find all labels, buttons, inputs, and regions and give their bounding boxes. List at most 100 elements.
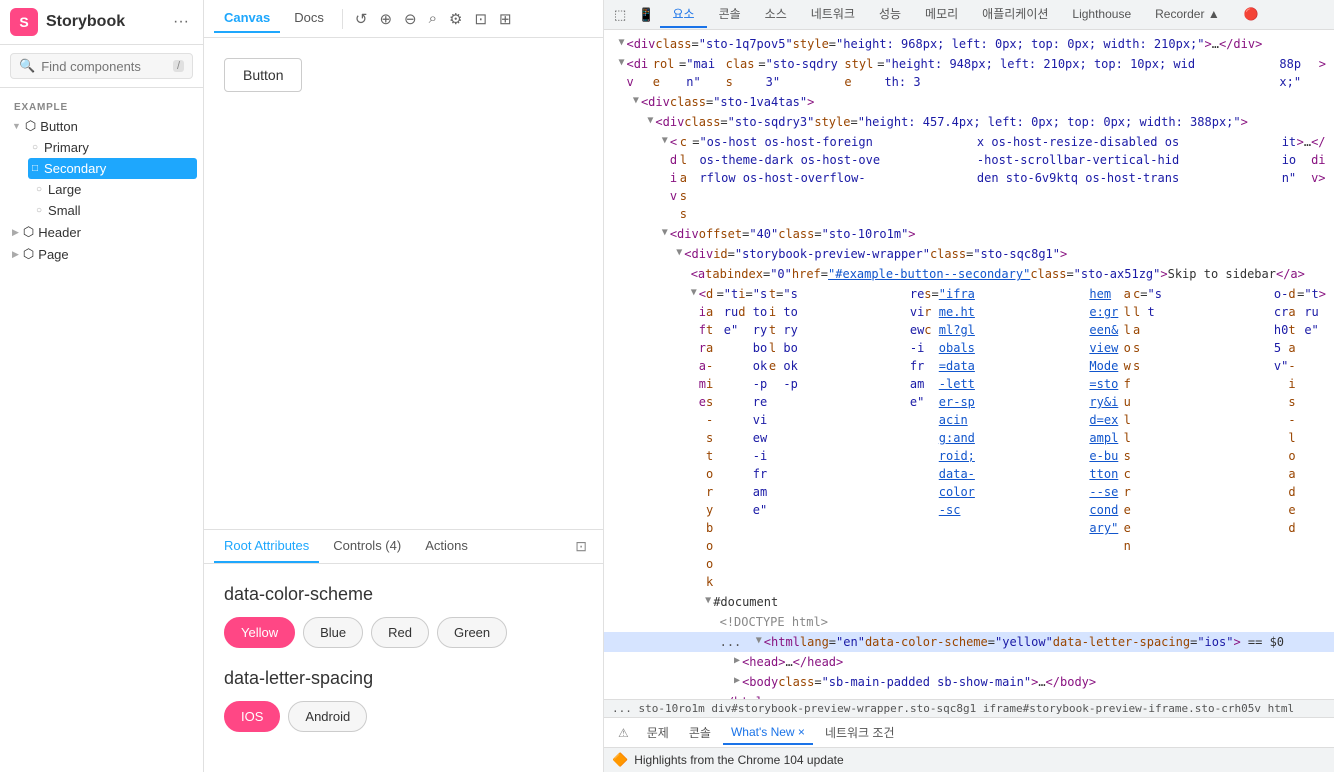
canvas-area: Button — [204, 38, 603, 529]
caret-icon-page: ▶ — [12, 249, 19, 260]
code-line: ▼<div class="sto-sqdry3" style="height: … — [604, 112, 1334, 132]
tab-actions[interactable]: Actions — [415, 530, 478, 563]
toolbar-image-btn[interactable]: ⊡ — [470, 6, 491, 32]
attr-section-color-scheme: data-color-scheme Yellow Blue Red Green — [224, 584, 583, 648]
tab-controls[interactable]: Controls (4) — [323, 530, 411, 563]
code-line: ▼<div offset="40" class="sto-10ro1m"> — [604, 224, 1334, 244]
nav-group-button-label[interactable]: ▼ ⬡ Button — [6, 115, 203, 137]
toolbar-settings-btn[interactable]: ⚙ — [445, 6, 466, 32]
search-input-wrap: 🔍 / — [10, 53, 193, 79]
search-input[interactable] — [41, 59, 167, 74]
devtools-bottom-tab-console[interactable]: 콘솔 — [681, 720, 719, 745]
devtools-tab-console[interactable]: 콘솔 — [707, 1, 753, 28]
storybook-logo: S — [10, 8, 38, 36]
search-shortcut: / — [173, 60, 184, 72]
devtools-tab-performance[interactable]: 성능 — [867, 1, 913, 28]
attr-btn-android[interactable]: Android — [288, 701, 367, 732]
highlights-bar: 🔶 Highlights from the Chrome 104 update — [604, 747, 1334, 772]
toolbar-refresh-btn[interactable]: ↺ — [351, 6, 372, 32]
nav-group-button: ▼ ⬡ Button ○ Primary □ Secondary ○ — [0, 115, 203, 221]
devtools-tab-application[interactable]: 애플리케이션 — [970, 1, 1060, 28]
sidebar: S Storybook ··· 🔍 / EXAMPLE ▼ ⬡ Button — [0, 0, 204, 772]
devtools-bottom-tab-network[interactable]: 네트워크 조건 — [817, 720, 903, 745]
devtools-tab-sources[interactable]: 소스 — [753, 1, 799, 28]
nav-group-button-text: ⬡ — [25, 118, 36, 134]
devtools-cursor-icon[interactable]: ⬚ — [608, 3, 632, 27]
nav-item-large[interactable]: ○ Large — [22, 179, 203, 200]
code-line: </html> — [604, 692, 1334, 699]
nav-group-button-name: Button — [40, 119, 78, 134]
nav-item-small[interactable]: ○ Small — [22, 200, 203, 221]
devtools-error-icon: ⚠ — [612, 722, 635, 744]
devtools-bottom-tab-whatsnew[interactable]: What's New × — [723, 721, 813, 745]
nav-group-header-text: Header — [38, 225, 81, 240]
code-line: <a tabindex="0" href="#example-button--s… — [604, 264, 1334, 284]
devtools-tab-elements[interactable]: 요소 — [660, 1, 706, 28]
devtools-tab-memory[interactable]: 메모리 — [913, 1, 970, 28]
devtools-tab-recorder[interactable]: Recorder ▲ — [1143, 3, 1232, 27]
attr-btn-yellow[interactable]: Yellow — [224, 617, 295, 648]
devtools-tab-error[interactable]: 🔴 — [1232, 3, 1271, 27]
sidebar-nav: EXAMPLE ▼ ⬡ Button ○ Primary □ Secondary — [0, 88, 203, 772]
tab-docs[interactable]: Docs — [284, 4, 334, 33]
code-line: ▼<iframe data-is-storybook="true" id="st… — [604, 284, 1334, 592]
center-panel: Canvas Docs ↺ ⊕ ⊖ ⌕ ⚙ ⊡ ⊞ Button Root At… — [204, 0, 604, 772]
search-bar: 🔍 / — [0, 45, 203, 88]
nav-item-secondary-label: Secondary — [44, 161, 106, 176]
attr-btn-green[interactable]: Green — [437, 617, 507, 648]
nav-group-page-text: Page — [38, 247, 68, 262]
storybook-title: Storybook — [46, 13, 125, 31]
main-layout: S Storybook ··· 🔍 / EXAMPLE ▼ ⬡ Button — [0, 0, 1334, 772]
nav-group-header-icon: ⬡ — [23, 224, 34, 240]
attr-title-letter-spacing: data-letter-spacing — [224, 668, 583, 689]
nav-item-primary[interactable]: ○ Primary — [22, 137, 203, 158]
code-line: ▼<div class="sto-1va4tas"> — [604, 92, 1334, 112]
devtools-device-icon[interactable]: 📱 — [632, 3, 660, 27]
toolbar-search-btn[interactable]: ⌕ — [425, 6, 441, 31]
devtools-top-bar: ⬚ 📱 요소 콘솔 소스 네트워크 성능 메모리 애플리케이션 Lighthou… — [604, 0, 1334, 30]
code-line: ▼<div class="sto-1q7pov5" style="height:… — [604, 34, 1334, 54]
toolbar-zoom-out-btn[interactable]: ⊖ — [400, 6, 421, 32]
code-line: ▼#document — [604, 592, 1334, 612]
devtools-code-area: ▼<div class="sto-1q7pov5" style="height:… — [604, 30, 1334, 699]
nav-group-page-icon: ⬡ — [23, 246, 34, 262]
bottom-tabs: Root Attributes Controls (4) Actions ⊡ — [204, 530, 603, 564]
code-line: <!DOCTYPE html> — [604, 612, 1334, 632]
section-label: EXAMPLE — [0, 96, 203, 115]
search-icon: 🔍 — [19, 58, 35, 74]
nav-item-large-label: Large — [48, 182, 81, 197]
devtools-bottom-tab-issues[interactable]: 문제 — [639, 720, 677, 745]
devtools-tab-lighthouse[interactable]: Lighthouse — [1060, 3, 1143, 27]
circle-icon: ○ — [32, 142, 38, 153]
attr-btn-red[interactable]: Red — [371, 617, 429, 648]
highlights-text: Highlights from the Chrome 104 update — [634, 753, 843, 767]
bottom-panel: Root Attributes Controls (4) Actions ⊡ d… — [204, 529, 603, 772]
attr-title-color-scheme: data-color-scheme — [224, 584, 583, 605]
sidebar-menu-button[interactable]: ··· — [169, 11, 193, 33]
nav-item-small-label: Small — [48, 203, 81, 218]
code-line: ▼<div id="storybook-preview-wrapper" cla… — [604, 244, 1334, 264]
devtools-bottom-bar: ⚠ 문제 콘솔 What's New × 네트워크 조건 — [604, 717, 1334, 747]
attr-buttons-color-scheme: Yellow Blue Red Green — [224, 617, 583, 648]
square-icon: □ — [32, 163, 38, 174]
attr-btn-blue[interactable]: Blue — [303, 617, 363, 648]
nav-item-secondary[interactable]: □ Secondary — [28, 158, 197, 179]
tab-canvas[interactable]: Canvas — [214, 4, 280, 33]
toolbar-zoom-in-btn[interactable]: ⊕ — [375, 6, 396, 32]
nav-group-page: ▶ ⬡ Page — [0, 243, 203, 265]
attr-btn-ios[interactable]: IOS — [224, 701, 280, 732]
toolbar-grid-btn[interactable]: ⊞ — [495, 6, 516, 32]
code-line: ▼<div class="os-host os-host-foreign os-… — [604, 132, 1334, 224]
circle-icon-large: ○ — [36, 184, 42, 195]
tab-root-attributes[interactable]: Root Attributes — [214, 530, 319, 563]
canvas-toolbar: Canvas Docs ↺ ⊕ ⊖ ⌕ ⚙ ⊡ ⊞ — [204, 0, 603, 38]
devtools-whatsnew-label: What's New × — [731, 725, 805, 739]
attr-section-letter-spacing: data-letter-spacing IOS Android — [224, 668, 583, 732]
nav-group-page-label[interactable]: ▶ ⬡ Page — [6, 243, 203, 265]
expand-icon[interactable]: ⊡ — [569, 532, 593, 561]
preview-button[interactable]: Button — [224, 58, 302, 92]
bottom-content: data-color-scheme Yellow Blue Red Green … — [204, 564, 603, 772]
devtools-panel: ⬚ 📱 요소 콘솔 소스 네트워크 성능 메모리 애플리케이션 Lighthou… — [604, 0, 1334, 772]
devtools-tab-network[interactable]: 네트워크 — [799, 1, 867, 28]
nav-group-header-label[interactable]: ▶ ⬡ Header — [6, 221, 203, 243]
